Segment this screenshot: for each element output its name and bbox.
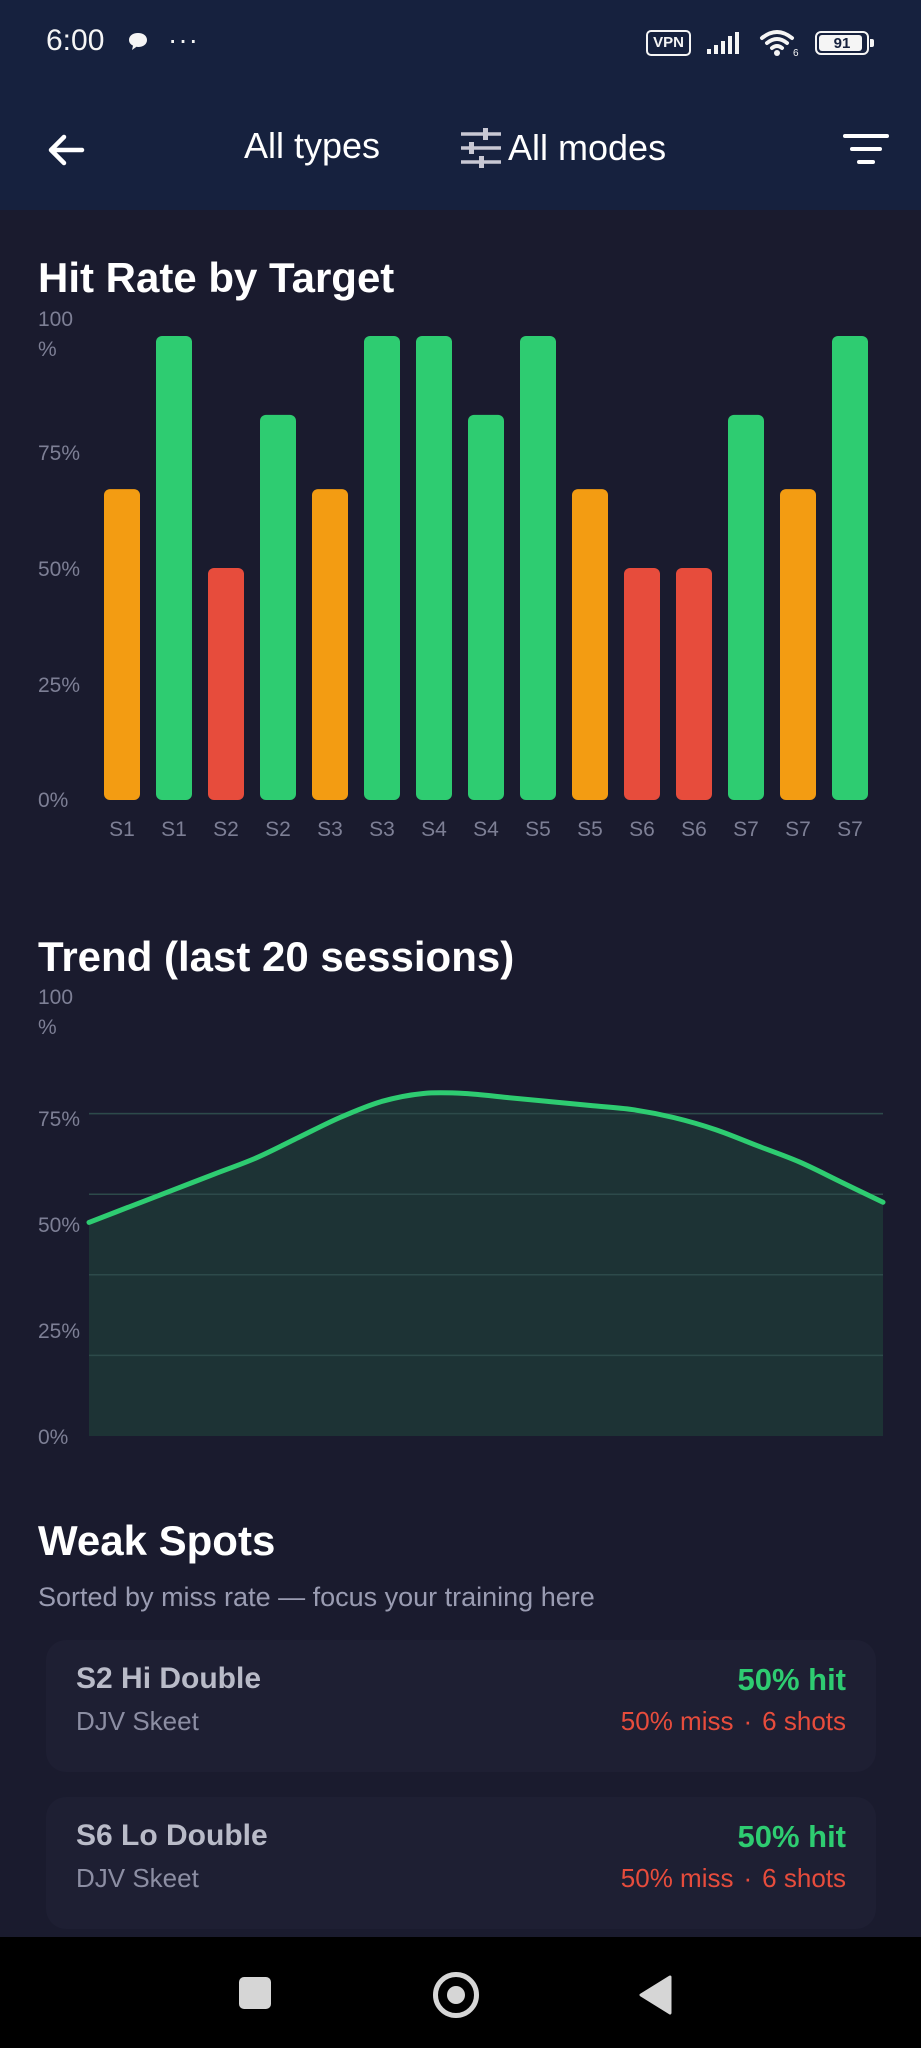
hit-rate-bar — [728, 414, 764, 800]
mode-filter-label: All modes — [508, 127, 667, 168]
weak-spot-miss-rate: 50% miss — [620, 1706, 734, 1736]
hit-rate-bar — [624, 568, 660, 800]
filter-icon[interactable] — [843, 130, 889, 170]
weak-spot-detail: 50% miss · 6 shots — [620, 1863, 846, 1893]
signal-icon — [707, 32, 739, 54]
hit-rate-x-label: S5 — [525, 818, 551, 841]
hit-rate-x-label: S7 — [837, 818, 863, 841]
battery-icon: 91 — [815, 31, 874, 55]
hit-rate-x-label: S1 — [161, 818, 187, 841]
hit-rate-bar — [208, 568, 244, 800]
hit-rate-bar — [104, 489, 140, 800]
mode-filter-dropdown[interactable]: All modes — [458, 125, 666, 171]
hit-rate-x-label: S6 — [681, 818, 707, 841]
trend-title: Trend (last 20 sessions) — [38, 933, 515, 980]
hit-rate-x-label: S1 — [109, 818, 135, 841]
chat-bubble-icon — [129, 33, 147, 50]
trend-area-chart — [86, 1090, 886, 1436]
back-arrow-icon[interactable] — [42, 126, 90, 174]
hit-rate-x-label: S2 — [213, 818, 239, 841]
hit-rate-x-label: S7 — [733, 818, 759, 841]
sliders-icon — [461, 128, 501, 168]
hit-rate-bar — [780, 489, 816, 800]
wifi-icon: 6 — [760, 30, 799, 58]
type-filter-dropdown[interactable]: All types — [244, 125, 380, 167]
svg-text:6: 6 — [793, 48, 799, 58]
hit-rate-bar — [156, 336, 192, 800]
weak-spot-type: DJV Skeet — [76, 1706, 199, 1736]
weak-spot-miss-rate: 50% miss — [620, 1863, 734, 1893]
weak-spots-subtitle: Sorted by miss rate — focus your trainin… — [38, 1582, 595, 1612]
weak-spot-shots: 6 shots — [762, 1863, 846, 1893]
hit-rate-bar — [572, 489, 608, 800]
hit-rate-x-label: S7 — [785, 818, 811, 841]
hit-rate-x-label: S3 — [317, 818, 343, 841]
weak-spot-shots: 6 shots — [762, 1706, 846, 1736]
trend-area-fill — [89, 1092, 883, 1436]
weak-spot-name: S2 Hi Double — [76, 1662, 262, 1695]
weak-spot-name: S6 Lo Double — [76, 1819, 268, 1852]
battery-level: 91 — [833, 34, 851, 52]
hit-rate-x-label: S5 — [577, 818, 603, 841]
app-bar: All types All modes — [0, 90, 921, 210]
home-circle-icon[interactable] — [433, 1972, 479, 2018]
recents-square-icon[interactable] — [239, 1977, 271, 2009]
hit-rate-title: Hit Rate by Target — [38, 254, 395, 301]
hit-rate-bar-chart: S1 S1 S2 S2 S3 S3 S4 S4 S5 S5 S6 S6 S7 S7 S7 — [104, 336, 868, 841]
hit-rate-bar — [468, 414, 504, 800]
status-time: 6:00 — [46, 24, 105, 57]
weak-spot-detail: 50% miss · 6 shots — [620, 1706, 846, 1736]
hit-rate-bar — [312, 489, 348, 800]
weak-spot-type: DJV Skeet — [76, 1863, 199, 1893]
hit-rate-x-label: S6 — [629, 818, 655, 841]
hit-rate-x-label: S2 — [265, 818, 291, 841]
hit-rate-x-label: S3 — [369, 818, 395, 841]
back-triangle-icon[interactable] — [638, 1975, 672, 2015]
hit-rate-x-label: S4 — [421, 818, 447, 841]
hit-rate-bar — [364, 336, 400, 800]
weak-spot-card[interactable]: S2 Hi Double DJV Skeet 50% hit 50% miss ·… — [46, 1640, 876, 1772]
hit-rate-bar — [416, 336, 452, 800]
status-bar: 6:00 ··· VPN 6 91 — [0, 0, 921, 90]
hit-rate-bar — [676, 568, 712, 800]
weak-spots-title: Weak Spots — [38, 1517, 276, 1564]
weak-spot-card[interactable]: S6 Lo Double DJV Skeet 50% hit 50% miss ·… — [46, 1797, 876, 1929]
system-nav-bar — [0, 1937, 921, 2048]
hit-rate-x-label: S4 — [473, 818, 499, 841]
weak-spot-hit-rate: 50% hit — [737, 1662, 846, 1697]
more-dots-icon: ··· — [168, 24, 199, 55]
hit-rate-bar — [832, 336, 868, 800]
hit-rate-bar — [260, 414, 296, 800]
status-icons: VPN 6 91 — [646, 28, 874, 58]
hit-rate-bar — [520, 336, 556, 800]
vpn-icon: VPN — [646, 30, 691, 56]
weak-spot-hit-rate: 50% hit — [737, 1819, 846, 1854]
